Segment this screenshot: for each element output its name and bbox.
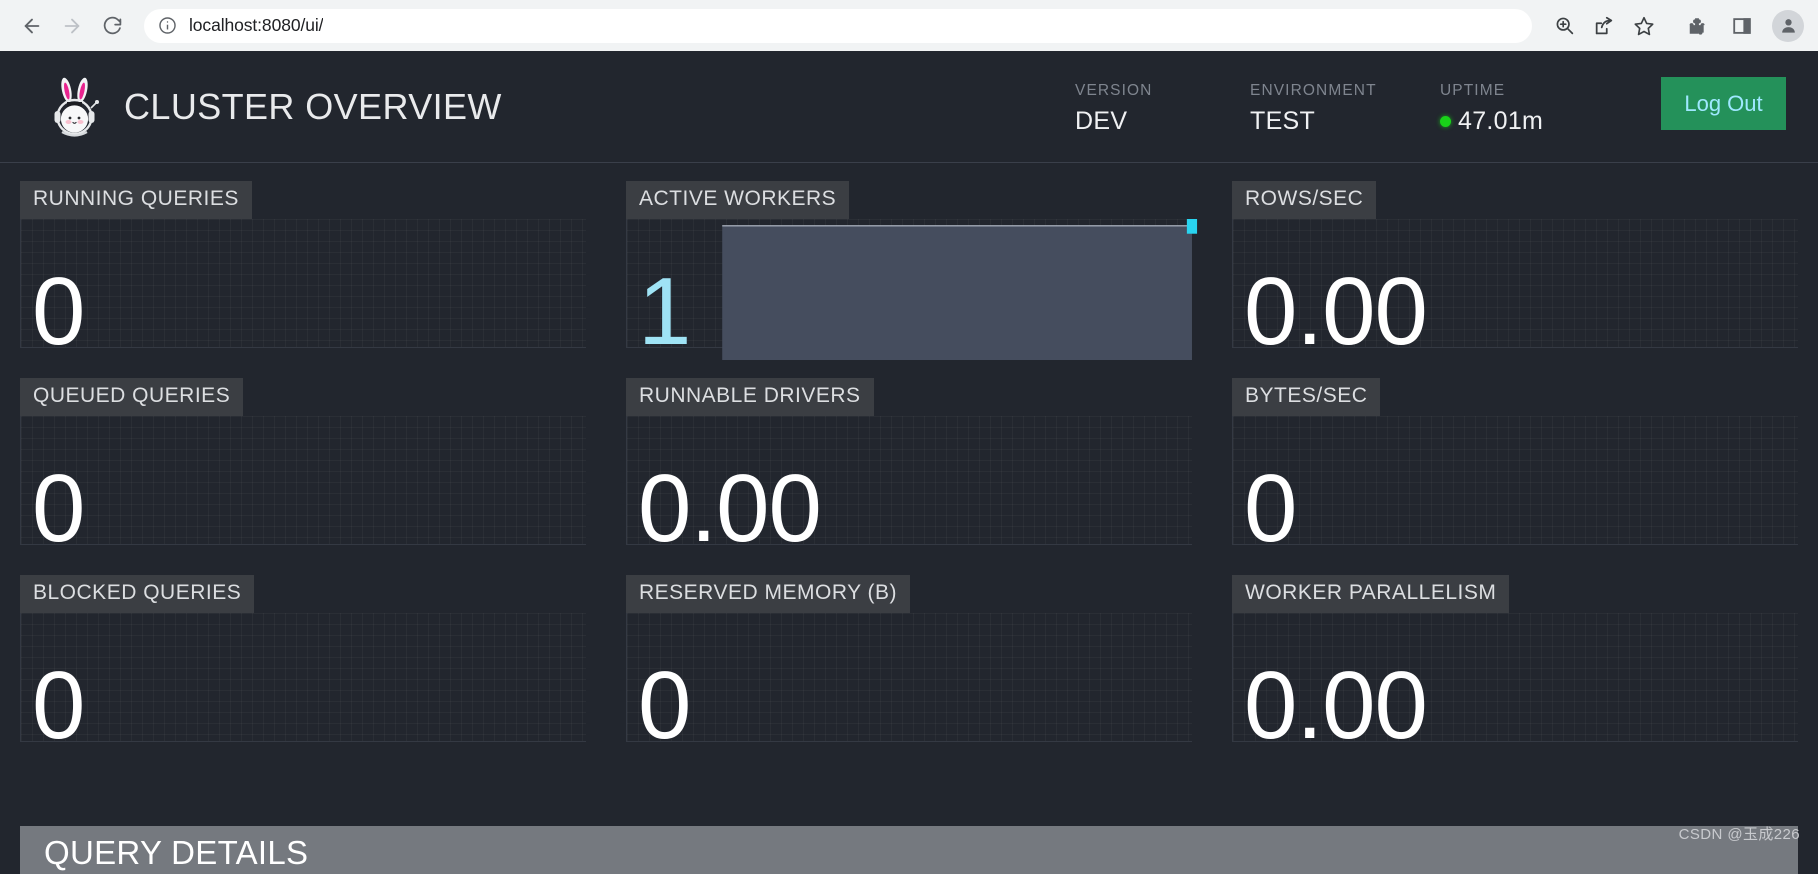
stat-card-value: 0 (638, 651, 691, 754)
stat-card-label: WORKER PARALLELISM (1232, 575, 1510, 613)
version-label: VERSION (1075, 82, 1153, 99)
watermark: CSDN @玉成226 (1678, 826, 1800, 843)
uptime-value: 47.01m (1458, 107, 1544, 135)
profile-avatar-icon[interactable] (1772, 9, 1804, 42)
sparkline-marker (626, 613, 1192, 754)
zoom-in-icon[interactable] (1544, 8, 1584, 44)
page-title: CLUSTER OVERVIEW (124, 85, 502, 127)
stat-card-reserved-memory[interactable]: RESERVED MEMORY (B) 0 (606, 557, 1212, 754)
uptime-value-row: 47.01m (1440, 107, 1615, 136)
site-info-icon[interactable] (158, 16, 177, 35)
reload-button[interactable] (94, 8, 130, 44)
forward-arrow-icon (61, 15, 83, 37)
stat-card-rows-per-sec[interactable]: ROWS/SEC 0.00 (1212, 163, 1818, 360)
stat-card-value: 0 (32, 651, 85, 754)
stat-card-label: RESERVED MEMORY (B) (626, 575, 911, 613)
query-details-title: QUERY DETAILS (44, 834, 309, 871)
stat-card-label: ROWS/SEC (1232, 181, 1377, 219)
stat-card-label: QUEUED QUERIES (20, 378, 244, 416)
sparkline-marker (20, 219, 586, 360)
sparkline-marker (20, 416, 586, 557)
sparkline-marker (1186, 219, 1198, 234)
stat-card-label: BLOCKED QUERIES (20, 575, 255, 613)
stat-card-label: BYTES/SEC (1232, 378, 1381, 416)
uptime-block: UPTIME 47.01m (1440, 82, 1615, 136)
sparkline-marker (1232, 416, 1798, 557)
stat-card-value: 1 (638, 257, 691, 360)
url-text[interactable]: localhost:8080/ui/ (189, 15, 323, 36)
stat-card-running-queries[interactable]: RUNNING QUERIES 0 (0, 163, 606, 360)
stat-card-active-workers[interactable]: ACTIVE WORKERS 1 (606, 163, 1212, 360)
stat-card-value: 0 (1244, 454, 1297, 557)
extensions-puzzle-icon[interactable] (1678, 8, 1718, 44)
stat-card-value: 0.00 (638, 454, 822, 557)
toolbar-icon-group (1544, 7, 1664, 44)
bookmark-star-icon[interactable] (1624, 8, 1664, 44)
status-dot-icon (1440, 116, 1451, 127)
forward-button[interactable] (54, 8, 90, 44)
stat-card-worker-parallelism[interactable]: WORKER PARALLELISM 0.00 (1212, 557, 1818, 754)
bunny-astronaut-logo (48, 76, 102, 138)
stat-card-queued-queries[interactable]: QUEUED QUERIES 0 (0, 360, 606, 557)
stat-card-value: 0.00 (1244, 257, 1428, 360)
sparkline-marker (20, 613, 586, 754)
share-icon[interactable] (1584, 8, 1624, 44)
logout-button[interactable]: Log Out (1661, 77, 1786, 130)
stat-card-value: 0.00 (1244, 651, 1428, 754)
stat-card-blocked-queries[interactable]: BLOCKED QUERIES 0 (0, 557, 606, 754)
back-arrow-icon (21, 15, 43, 37)
stat-card-value: 0 (32, 257, 85, 360)
stat-card-label: RUNNABLE DRIVERS (626, 378, 874, 416)
back-button[interactable] (14, 8, 50, 44)
stat-card-runnable-drivers[interactable]: RUNNABLE DRIVERS 0.00 (606, 360, 1212, 557)
version-value: DEV (1075, 107, 1128, 135)
app-header: CLUSTER OVERVIEW VERSION DEV ENVIRONMENT… (0, 51, 1818, 163)
environment-value: TEST (1250, 107, 1316, 135)
query-details-section[interactable]: QUERY DETAILS (20, 826, 1798, 874)
stat-card-grid: RUNNING QUERIES 0 ACTIVE WORKERS 1 ROWS/… (0, 163, 1818, 754)
stat-card-label: RUNNING QUERIES (20, 181, 252, 219)
version-block: VERSION DEV (1075, 82, 1250, 136)
reload-icon (102, 15, 123, 36)
brand: CLUSTER OVERVIEW (48, 76, 502, 138)
side-panel-icon[interactable] (1722, 8, 1762, 44)
uptime-label: UPTIME (1440, 82, 1506, 99)
stat-card-label: ACTIVE WORKERS (626, 181, 850, 219)
browser-toolbar: localhost:8080/ui/ (0, 0, 1818, 51)
header-status-group: VERSION DEV ENVIRONMENT TEST UPTIME 47.0… (1075, 77, 1786, 136)
cluster-overview-app: CLUSTER OVERVIEW VERSION DEV ENVIRONMENT… (0, 51, 1818, 874)
stat-card-bytes-per-sec[interactable]: BYTES/SEC 0 (1212, 360, 1818, 557)
environment-label: ENVIRONMENT (1250, 82, 1377, 99)
environment-block: ENVIRONMENT TEST (1250, 82, 1440, 136)
address-bar[interactable]: localhost:8080/ui/ (144, 8, 1532, 43)
stat-card-value: 0 (32, 454, 85, 557)
